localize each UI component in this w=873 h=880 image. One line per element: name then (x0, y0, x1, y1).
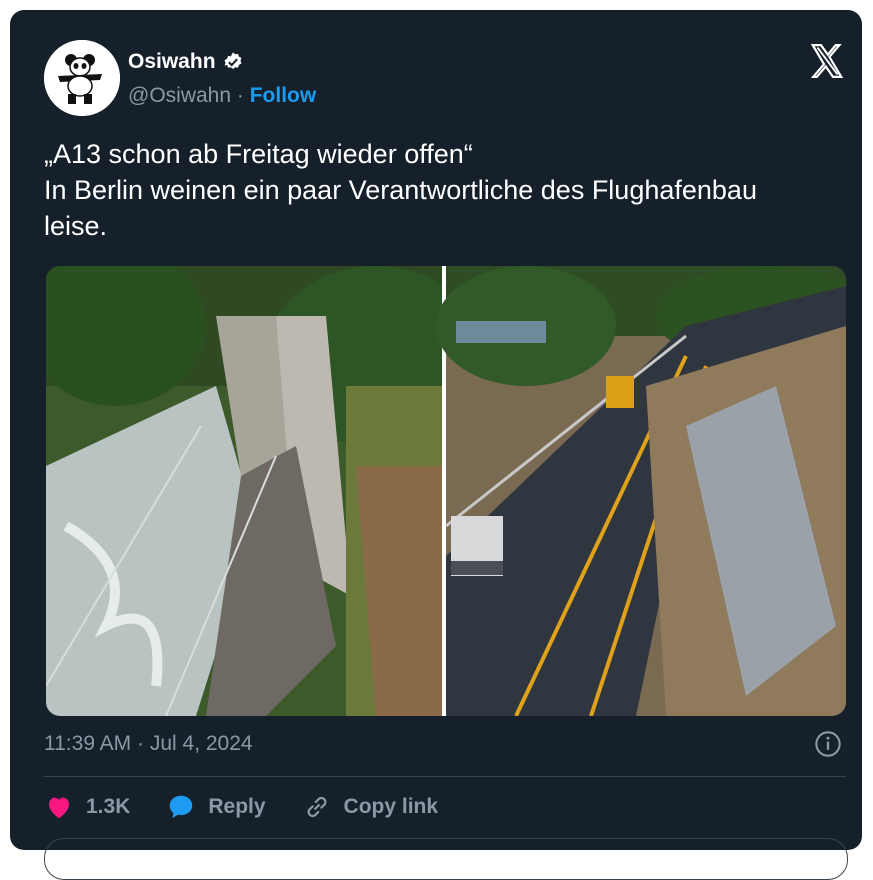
reply-button[interactable]: Reply (166, 792, 266, 822)
x-logo-icon[interactable] (808, 42, 846, 80)
tweet-card: Osiwahn @Osiwahn · Follow „A13 schon ab … (10, 10, 862, 880)
reply-label: Reply (208, 795, 266, 818)
repaired-highway-photo[interactable] (436, 266, 846, 716)
tweet-media[interactable] (46, 266, 846, 716)
tweet-text: „A13 schon ab Freitag wieder offen“ In B… (44, 139, 757, 241)
divider (44, 776, 846, 777)
panda-avatar-icon (44, 40, 120, 116)
tweet-timestamp[interactable]: 11:39 AM · Jul 4, 2024 (44, 732, 253, 756)
flood-damaged-highway-photo[interactable] (46, 266, 486, 716)
follow-button[interactable]: Follow (250, 84, 317, 107)
like-count: 1.3K (86, 795, 131, 818)
heart-icon (49, 797, 69, 819)
verified-badge-icon (224, 52, 241, 70)
author-name-row: Osiwahn (128, 50, 244, 74)
action-bar: 1.3K Reply Copy link (44, 792, 474, 822)
handle-row: @Osiwahn · Follow (128, 84, 316, 108)
reply-bubble-icon (170, 795, 193, 819)
handle-separator: · (236, 84, 244, 107)
author-handle[interactable]: @Osiwahn (128, 84, 231, 107)
info-icon[interactable] (814, 730, 842, 758)
read-replies-button[interactable] (44, 838, 848, 880)
copy-link-label: Copy link (343, 795, 439, 818)
author-name[interactable]: Osiwahn (128, 50, 216, 74)
avatar[interactable] (44, 40, 120, 116)
like-button[interactable]: 1.3K (44, 792, 130, 822)
copy-link-button[interactable]: Copy link (302, 792, 439, 822)
link-icon (307, 796, 327, 818)
